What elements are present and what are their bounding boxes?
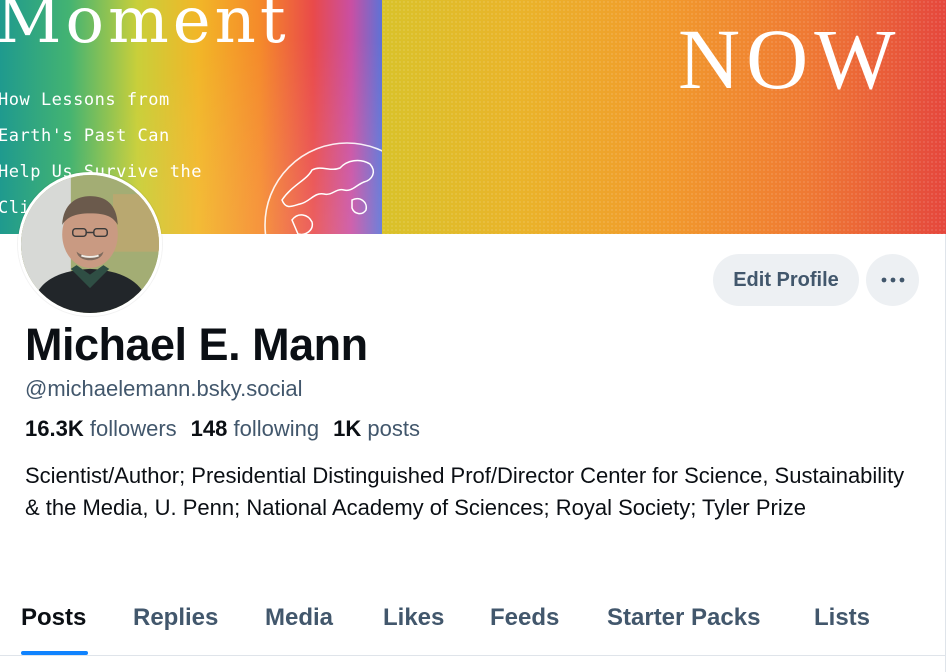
cover-title: Moment <box>0 0 290 58</box>
profile-handle[interactable]: @michaelemann.bsky.social <box>25 376 302 402</box>
tab-replies[interactable]: Replies <box>133 604 218 632</box>
followers-count: 16.3K <box>25 416 84 441</box>
edit-profile-button[interactable]: Edit Profile <box>713 254 859 306</box>
following-stat[interactable]: 148 following <box>191 416 319 442</box>
following-count: 148 <box>190 416 228 441</box>
profile-tabs: Posts Replies Media Likes Feeds Starter … <box>0 590 946 656</box>
posts-stat: 1K posts <box>333 416 420 442</box>
tab-starter-packs[interactable]: Starter Packs <box>607 604 760 632</box>
avatar[interactable] <box>18 172 162 316</box>
tab-posts[interactable]: Posts <box>21 604 86 632</box>
tabs-divider <box>0 655 946 656</box>
posts-count: 1K <box>333 416 362 441</box>
tab-likes[interactable]: Likes <box>383 604 444 632</box>
posts-label: posts <box>367 416 420 441</box>
following-label: following <box>233 416 320 441</box>
globe-icon <box>264 142 402 234</box>
banner-book-cover-right: NOW <box>382 0 946 234</box>
ellipsis-icon <box>881 277 904 283</box>
profile-stats: 16.3K followers 148 following 1K posts <box>25 416 420 442</box>
followers-label: followers <box>89 416 177 441</box>
followers-stat[interactable]: 16.3K followers <box>25 416 177 442</box>
tab-media[interactable]: Media <box>265 604 333 632</box>
avatar-photo <box>21 175 159 313</box>
more-options-button[interactable] <box>866 254 919 306</box>
tab-lists[interactable]: Lists <box>814 604 870 632</box>
display-name: Michael E. Mann <box>25 319 368 370</box>
cover-now-text: NOW <box>678 11 902 107</box>
profile-bio: Scientist/Author; Presidential Distingui… <box>25 463 905 520</box>
tab-feeds[interactable]: Feeds <box>490 604 559 632</box>
